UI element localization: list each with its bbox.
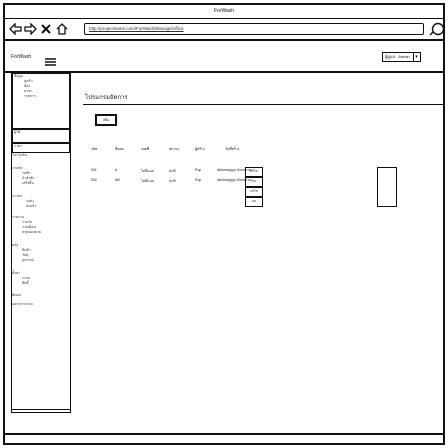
table-cell: A: [115, 168, 118, 172]
sidebar-subitem[interactable]: รายการ: [14, 94, 69, 99]
back-arrow-icon[interactable]: [9, 22, 22, 36]
column-header: รหัส: [91, 147, 98, 151]
column-header: เขตที่: [141, 147, 150, 151]
page-title: โปรแกรมจัดการ: [85, 95, 128, 101]
window-title: ForWash: [5, 5, 443, 19]
sidebar-subitem[interactable]: อุปกรณ์: [12, 258, 70, 263]
column-header: สถานะ: [169, 147, 180, 151]
user-role-select[interactable]: ผู้ดูแล : Admin ▾: [382, 51, 421, 62]
table-cell: ปกติ: [169, 179, 176, 183]
sidebar-item-promo[interactable]: โปรโมชั่น: [12, 153, 70, 158]
user-role-value: ผู้ดูแล : Admin: [385, 54, 410, 59]
sidebar-subitem[interactable]: ส่งแล้ว: [12, 204, 70, 209]
sidebar-item-label: ราคา: [14, 144, 23, 148]
sidebar-item-label: การส่ง: [12, 194, 22, 198]
sidebar-item-price[interactable]: ราคา: [12, 143, 70, 153]
sidebar-item-label: ผู้ใช้: [14, 130, 21, 134]
chevron-down-icon[interactable]: ▾: [413, 51, 421, 62]
edit-button[interactable]: แก้ไข: [245, 187, 263, 197]
sidebar-item-report[interactable]: รายงาน รายวัน รายเดือน สรุปยอดขาย: [12, 215, 70, 235]
table-cell: 001: [91, 168, 97, 172]
sidebar-bottom-edge: [11, 409, 71, 410]
sidebar-item-wash[interactable]: งานซัก รอซัก กำลังซัก เสร็จสิ้น: [12, 166, 70, 186]
sidebar-item-label: รายงาน: [12, 215, 24, 219]
sidebar-item-stock[interactable]: คลัง สินค้า วัสดุ อุปกรณ์: [12, 243, 70, 263]
add-button[interactable]: เพิ่ม: [95, 114, 117, 126]
table-cell: 002: [91, 178, 97, 182]
sidebar-item-label: งานซัก: [12, 166, 23, 170]
delete-button[interactable]: ลบ: [245, 197, 263, 207]
sidebar-item-logout[interactable]: ออกจากระบบ: [12, 302, 70, 307]
app-header: ForWash ผู้ดูแล : Admin ▾: [5, 43, 443, 73]
sidebar-item-label: ออกจากระบบ: [12, 302, 33, 306]
table-cell: Pop: [195, 168, 202, 172]
sidebar-item-label: ข้อมูล: [14, 74, 23, 78]
title-divider: [83, 104, 443, 105]
sidebar-item-label: ตั้งค่า: [12, 271, 21, 275]
column-header: วันที่สร้าง: [225, 147, 240, 151]
column-header: ผู้สร้าง: [195, 147, 205, 151]
table-cell: ไม่มีแบบ: [141, 169, 155, 173]
sidebar-item-label: โปรโมชั่น: [12, 153, 27, 157]
action-group-frame: [377, 167, 397, 207]
sidebar-item-label: คลัง: [12, 243, 19, 247]
browser-toolbar: http://projectname.com/ForWash/Manage/of…: [5, 19, 443, 41]
sidebar-item-delivery[interactable]: การส่ง รอส่ง ส่งแล้ว: [12, 194, 70, 209]
table-cell: ไม่มีแบบ: [141, 179, 155, 183]
hamburger-menu-icon[interactable]: [45, 53, 56, 71]
sidebar-subitem[interactable]: สรุปยอดขาย: [12, 230, 70, 235]
table-cell: ปกติ: [169, 169, 176, 173]
browser-window: ForWash http://projectname.com/ForWash/M…: [3, 3, 445, 445]
main-content: โปรแกรมจัดการ เพิ่ม รหัส ชื่อย่อ เขตที่ …: [71, 73, 443, 413]
address-bar[interactable]: http://projectname.com/ForWash/Manage/of…: [84, 23, 424, 35]
sidebar-item-label: ติดต่อ: [12, 293, 21, 297]
sidebar-item-users[interactable]: ผู้ใช้: [12, 129, 70, 143]
forward-arrow-icon[interactable]: [24, 22, 37, 36]
sidebar-item-data[interactable]: ข้อมูล ลูกค้า ห้อง สาขา รายการ: [12, 73, 70, 129]
sidebar-item-contact[interactable]: ติดต่อ: [12, 293, 70, 298]
edit-button[interactable]: แก้ไข: [245, 167, 263, 177]
close-x-icon[interactable]: [41, 22, 51, 36]
column-header: ชื่อย่อ: [115, 147, 124, 151]
sidebar: ข้อมูล ลูกค้า ห้อง สาขา รายการ ผู้ใช้ รา…: [11, 73, 71, 413]
home-icon[interactable]: [56, 22, 68, 36]
table-cell: AB: [115, 178, 120, 182]
delete-button[interactable]: ลบ: [245, 177, 263, 187]
sidebar-item-settings[interactable]: ตั้งค่า ระบบ สิทธิ์: [12, 271, 70, 286]
brand-name: ForWash: [11, 54, 32, 60]
table-cell: Pop: [195, 178, 202, 182]
sidebar-subitem[interactable]: เสร็จสิ้น: [12, 181, 70, 186]
sidebar-subitem[interactable]: สิทธิ์: [12, 281, 70, 286]
footer-bar: [5, 433, 443, 443]
search-icon[interactable]: [429, 22, 443, 41]
